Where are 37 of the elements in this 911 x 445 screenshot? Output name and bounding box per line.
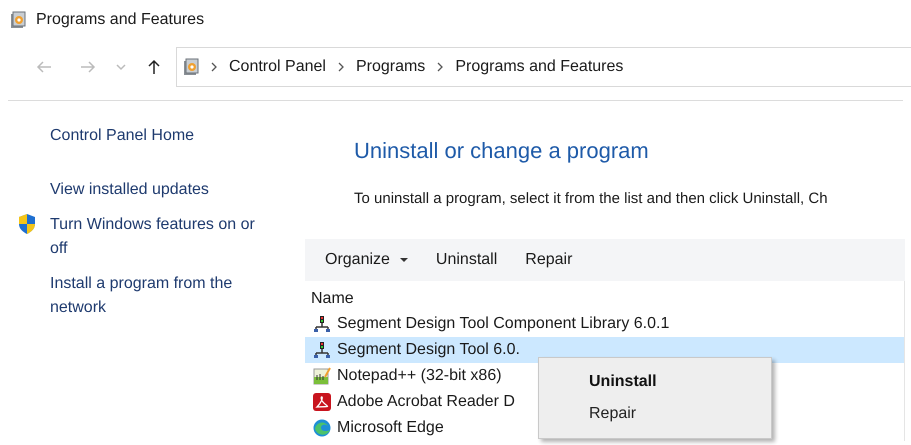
network-icon: [313, 315, 331, 333]
menu-item[interactable]: Repair: [539, 398, 771, 430]
program-row[interactable]: Microsoft Edge: [305, 415, 448, 441]
toolbar-button[interactable]: Uninstall: [422, 245, 512, 275]
program-row[interactable]: Segment Design Tool 6.0.: [305, 337, 904, 363]
notepad-icon: [313, 367, 331, 385]
program-row[interactable]: Notepad++ (32-bit x86): [305, 363, 506, 389]
chevron-icon: [437, 62, 444, 72]
chevron-icon: [211, 62, 217, 72]
toolbar-button[interactable]: Organize: [311, 245, 422, 275]
back-icon[interactable]: [36, 59, 52, 75]
address-bar[interactable]: Control Panel Programs Programs and Features: [176, 47, 911, 87]
description-text: To uninstall a program, select it from the list and then click Uninstall, Ch: [354, 190, 829, 207]
pdf-icon: [313, 393, 331, 411]
forward-icon[interactable]: [80, 59, 96, 75]
sidebar-link[interactable]: Turn Windows features on or off: [50, 213, 272, 261]
page-heading: Uninstall or change a program: [354, 138, 650, 164]
window-title: Programs and Features: [36, 11, 204, 29]
network-icon: [313, 341, 331, 359]
chevron-icon: [338, 62, 344, 72]
toolbar-button[interactable]: Repair: [511, 245, 586, 275]
control-panel-icon: [183, 58, 199, 76]
caret-icon: [400, 258, 408, 262]
up-icon[interactable]: [146, 59, 162, 75]
program-row[interactable]: Adobe Acrobat Reader D: [305, 389, 519, 415]
menu-item[interactable]: Uninstall: [539, 366, 771, 398]
sidebar-link[interactable]: View installed updates: [50, 178, 272, 202]
sidebar-link[interactable]: Control Panel Home: [50, 124, 272, 148]
breadcrumb[interactable]: Programs and Features: [455, 58, 624, 76]
program-row[interactable]: Segment Design Tool Component Library 6.0.1: [305, 311, 674, 337]
column-header[interactable]: Name: [305, 287, 904, 311]
sidebar-link[interactable]: Install a program from the network: [50, 272, 272, 320]
breadcrumb[interactable]: Programs: [356, 58, 426, 76]
browser-icon: [313, 419, 331, 437]
breadcrumb[interactable]: Control Panel: [229, 58, 326, 76]
shield-icon: [17, 213, 37, 235]
control-panel-icon: [10, 11, 26, 29]
